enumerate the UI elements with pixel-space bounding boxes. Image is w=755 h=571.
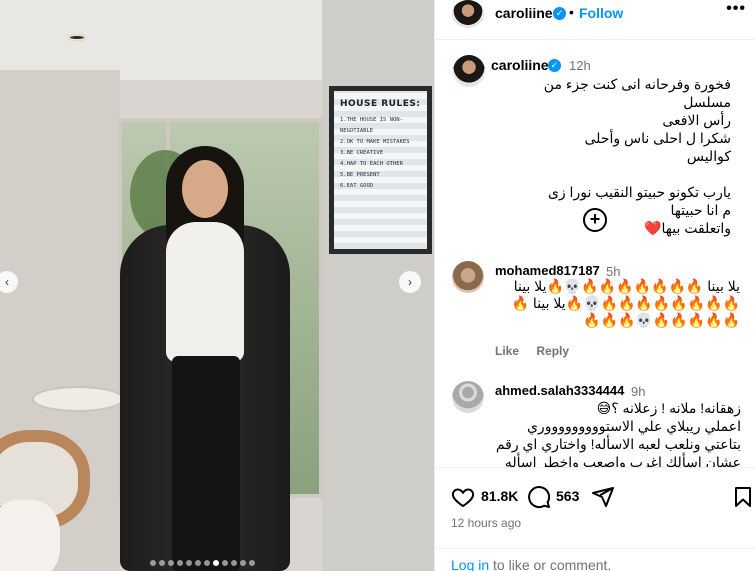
chair-cushion	[0, 500, 60, 571]
poster-rule: 6.EAT GOOD	[340, 183, 374, 189]
carousel-dot	[159, 560, 165, 566]
carousel-dot	[195, 560, 201, 566]
login-prompt: Log in to like or comment.	[435, 548, 755, 571]
heart-icon[interactable]	[451, 485, 475, 509]
carousel-dot	[204, 560, 210, 566]
poster-rule: NEGOTIABLE	[340, 128, 374, 134]
next-slide-button[interactable]: ›	[399, 271, 421, 293]
person-top	[166, 222, 244, 362]
comments-count[interactable]: 563	[556, 488, 579, 504]
comment-icon[interactable]	[527, 485, 551, 509]
comments-scroll-area[interactable]: caroliine ✓ 12h فخورة وفرحانه انى كنت جز…	[435, 41, 755, 467]
carousel-dot	[222, 560, 228, 566]
caption-author-avatar[interactable]	[453, 55, 485, 87]
verified-badge-icon: ✓	[553, 7, 566, 20]
comment-text: زهقانه! ملانه ! زعلانه ؟😅 اعملي ريبلاي ع…	[475, 399, 741, 467]
caption-timestamp[interactable]: 12h	[569, 58, 591, 73]
commenter-username[interactable]: ahmed.salah3334444	[495, 383, 624, 398]
comment-line: زهقانه! ملانه ! زعلانه ؟😅	[596, 400, 741, 416]
caption-line: رأس الافعى	[662, 112, 731, 128]
author-username[interactable]: caroliine	[495, 5, 553, 21]
caption-username[interactable]: caroliine	[491, 57, 549, 73]
caption-line: واتعلقت بيها❤️	[644, 220, 731, 236]
load-more-comments-button[interactable]: +	[583, 208, 607, 232]
carousel-dot	[150, 560, 156, 566]
caption-line: يارب تكونو حبيتو النقيب نورا زى م انا حب…	[547, 184, 731, 218]
carousel-indicator	[150, 560, 255, 566]
more-options-icon[interactable]: •••	[726, 0, 746, 18]
caption-line: فخورة وفرحانه انى كنت جزء من مسلسل	[543, 76, 731, 110]
poster-title: HOUSE RULES:	[340, 99, 421, 109]
caption-text: فخورة وفرحانه انى كنت جزء من مسلسل رأس ا…	[491, 75, 731, 237]
post-media[interactable]: HOUSE RULES: 1.THE HOUSE IS NON- NEGOTIA…	[0, 0, 434, 571]
chevron-left-icon: ‹	[5, 275, 9, 289]
likes-count[interactable]: 81.8K	[481, 488, 518, 504]
post-side-panel: caroliine ✓ • Follow ••• caroliine ✓ 12h…	[434, 0, 755, 571]
ceiling-light	[68, 34, 86, 41]
carousel-dot	[249, 560, 255, 566]
comment-text: يلا بينا 🔥🔥🔥🔥🔥🔥🔥💀🔥يلا بينا 🔥🔥🔥🔥🔥🔥🔥🔥💀🔥يلا…	[511, 278, 740, 328]
comment-timestamp[interactable]: 9h	[631, 384, 645, 399]
comment-timestamp[interactable]: 5h	[606, 264, 620, 279]
carousel-dot-active	[213, 560, 219, 566]
comment-line: عشان اسألك اغرب واصعب واخطر اسأله	[504, 454, 741, 467]
chevron-right-icon: ›	[408, 275, 412, 289]
separator-dot: •	[569, 4, 574, 20]
post-actions-bar: 81.8K 563 12 hours ago Log in to like or…	[435, 467, 755, 571]
login-link[interactable]: Log in	[451, 557, 489, 571]
follow-button[interactable]: Follow	[579, 5, 623, 21]
commenter-avatar[interactable]	[452, 261, 484, 293]
side-table	[32, 386, 124, 412]
bookmark-icon[interactable]	[731, 485, 755, 509]
commenter-username[interactable]: mohamed817187	[495, 263, 600, 278]
poster-rule: 3.BE CREATIVE	[340, 150, 384, 156]
person-jeans	[172, 356, 240, 571]
verified-badge-icon: ✓	[548, 59, 561, 72]
carousel-dot	[168, 560, 174, 566]
house-rules-poster: HOUSE RULES: 1.THE HOUSE IS NON- NEGOTIA…	[329, 86, 432, 254]
carousel-dot	[186, 560, 192, 566]
carousel-dot	[231, 560, 237, 566]
post-timestamp[interactable]: 12 hours ago	[451, 516, 521, 530]
carousel-dot	[240, 560, 246, 566]
comment-line: بتاعتي ونلعب لعبه الاسأله! واختاري اي رق…	[495, 436, 741, 452]
poster-rule: 5.BE PRESENT	[340, 172, 380, 178]
like-comment-button[interactable]: Like	[495, 344, 519, 358]
comment-line: اعملي ريبلاي علي الاستوووووووووري	[526, 418, 741, 434]
poster-rule: 2.OK TO MAKE MISTAKES	[340, 139, 410, 145]
post-header: caroliine ✓ • Follow •••	[435, 0, 755, 40]
comment-actions: Like Reply	[495, 344, 583, 358]
carousel-dot	[177, 560, 183, 566]
reply-comment-button[interactable]: Reply	[536, 344, 569, 358]
poster-rule: 1.THE HOUSE IS NON-	[340, 117, 403, 123]
caption-line: شكرا ل احلى ناس وأحلى كواليس	[584, 130, 731, 164]
author-avatar[interactable]	[452, 0, 484, 28]
login-prompt-text: to like or comment.	[489, 557, 612, 571]
person-face	[182, 160, 228, 218]
poster-rule: 4.HAP TO EACH OTHER	[340, 161, 403, 167]
share-icon[interactable]	[591, 485, 615, 509]
